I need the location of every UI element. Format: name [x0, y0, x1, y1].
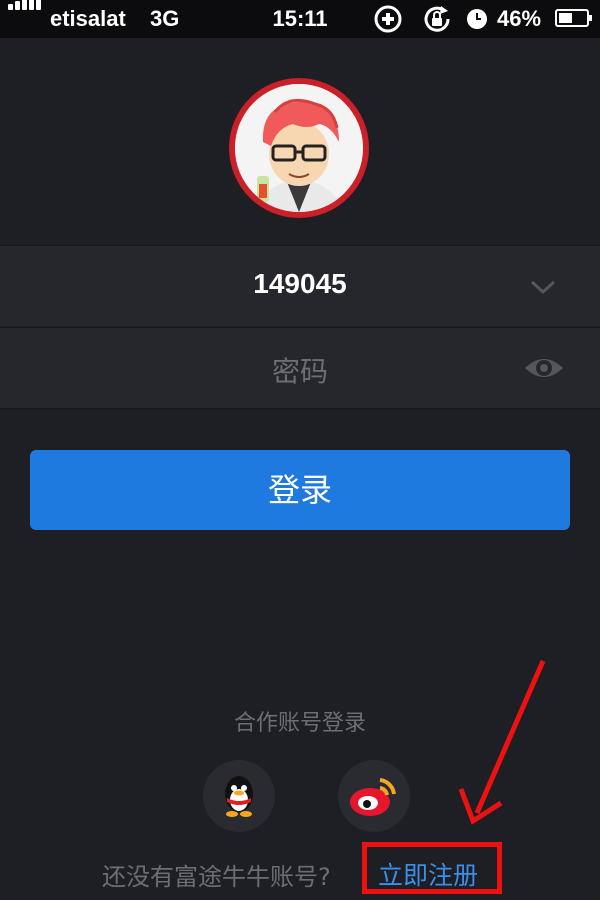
username-value: 149045 — [253, 268, 347, 299]
qq-icon — [225, 776, 253, 817]
annotation-highlight-box — [362, 842, 502, 894]
register-hint-text: 还没有富途牛牛账号? — [102, 863, 331, 891]
chevron-down-icon[interactable] — [528, 272, 558, 302]
clock-icon — [467, 9, 487, 29]
avatar[interactable] — [229, 78, 369, 218]
username-field[interactable]: 149045 — [0, 245, 600, 326]
avatar-cartoon-image — [235, 84, 363, 212]
annotation-arrow-icon — [458, 660, 546, 825]
login-button[interactable]: 登录 — [30, 450, 570, 530]
rotation-lock-icon — [424, 6, 450, 32]
password-placeholder: 密码 — [271, 355, 328, 388]
qq-login-button[interactable] — [203, 760, 275, 832]
battery-percent: 46% — [497, 6, 542, 31]
weibo-login-button[interactable] — [338, 760, 410, 832]
eye-icon[interactable] — [522, 348, 566, 388]
password-field[interactable]: 密码 — [0, 327, 600, 409]
battery-charging-icon — [555, 9, 592, 27]
plus-circle-icon — [374, 5, 402, 33]
status-bar: etisalat 3G 15:11 46% — [0, 0, 600, 38]
weibo-icon — [350, 778, 396, 816]
